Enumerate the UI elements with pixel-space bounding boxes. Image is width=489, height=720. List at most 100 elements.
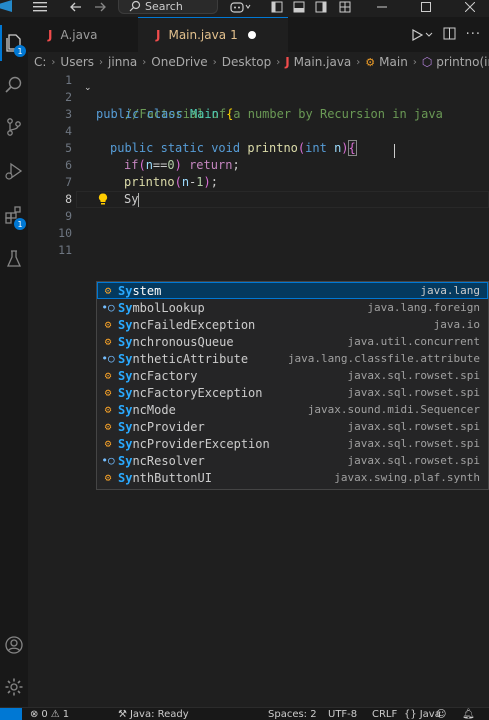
suggestion-item[interactable]: •○ SyntheticAttribute java.lang.classfile.… [97, 350, 488, 367]
suggestion-rest: stem [132, 283, 162, 298]
minimize-icon[interactable] [374, 0, 390, 14]
suggestion-item[interactable]: ⚙ SyncProviderException javax.sql.rowset.s… [97, 435, 488, 452]
encoding-status[interactable]: UTF-8 [328, 708, 357, 720]
number: 0 [167, 158, 175, 172]
line-number: 2 [65, 90, 72, 104]
braces-icon: {} [404, 709, 417, 720]
code-line[interactable]: Sy [124, 191, 140, 208]
split-editor-icon[interactable] [443, 25, 456, 44]
forward-arrow-icon[interactable] [92, 0, 108, 14]
suggestion-label: SynchronousQueue [118, 335, 348, 349]
run-debug-icon[interactable] [0, 153, 28, 189]
suggestion-rest: mbolLookup [132, 300, 205, 315]
suggestion-label: SyncMode [118, 403, 308, 417]
toggle-panel-icon[interactable] [292, 0, 306, 14]
suggestion-item[interactable]: •○ SyncResolver javax.sql.rowset.spi [97, 452, 488, 469]
punctuation: ; [232, 158, 240, 172]
activity-bar: 1 1 [0, 17, 28, 707]
breadcrumb-drive[interactable]: C: [34, 55, 46, 69]
chevron-right-icon: › [356, 56, 361, 68]
tab-problem-count: 1 [230, 28, 238, 42]
problems-status[interactable]: ⊗ 0 ⚠ 1 [30, 708, 69, 720]
suggestion-item[interactable]: ⚙ SyncProvider javax.sql.rowset.spi [97, 418, 488, 435]
remote-indicator-icon[interactable] [0, 708, 22, 720]
fold-chevron-icon[interactable]: ⌄ [84, 83, 92, 93]
close-window-icon[interactable] [462, 0, 478, 14]
customize-layout-icon[interactable] [338, 0, 352, 14]
suggestion-match: Sy [118, 368, 133, 383]
search-view-icon[interactable] [0, 67, 28, 103]
suggestion-detail: javax.sound.midi.Sequencer [307, 403, 480, 416]
suggestion-item[interactable]: ⚙ SyncFactory javax.sql.rowset.spi [97, 367, 488, 384]
suggestion-label: SyncProviderException [118, 437, 348, 451]
breadcrumb-item[interactable]: jinna [108, 55, 137, 69]
class-symbol-icon: ⚙ [104, 471, 112, 484]
explorer-icon[interactable]: 1 [0, 25, 28, 61]
copilot-status-icon[interactable]: ☺ [436, 708, 446, 720]
class-symbol-icon: ⚙ [365, 55, 376, 69]
run-java-icon[interactable] [411, 28, 433, 41]
lightbulb-icon[interactable] [98, 193, 108, 205]
back-arrow-icon[interactable] [68, 0, 84, 14]
suggestion-detail: java.io [433, 318, 480, 331]
tab-main-java[interactable]: J Main.java 1 [138, 17, 288, 52]
line-number: 5 [65, 141, 72, 155]
breadcrumb-method[interactable]: printno(int) [436, 55, 489, 69]
extensions-icon[interactable]: 1 [0, 197, 28, 233]
tab-a-java[interactable]: J A.java [28, 17, 138, 52]
suggestion-label: SyncFactoryException [118, 386, 348, 400]
accounts-icon[interactable] [0, 627, 28, 663]
toggle-sidebar-icon[interactable] [270, 0, 284, 14]
java-status[interactable]: ⚒ Java: Ready [118, 708, 189, 720]
source-control-icon[interactable] [0, 109, 28, 145]
suggestion-item[interactable]: ⚙ SynchronousQueue java.util.concurrent [97, 333, 488, 350]
suggestion-item[interactable]: ⚙ SyncFactoryException javax.sql.rowset.sp… [97, 384, 488, 401]
toggle-secondary-sidebar-icon[interactable] [314, 0, 328, 14]
menu-icon[interactable] [30, 0, 50, 14]
suggestion-detail: javax.sql.rowset.spi [347, 369, 480, 382]
breadcrumb-item[interactable]: OneDrive [151, 55, 207, 69]
suggestion-label: SynthButtonUI [118, 471, 334, 485]
suggestion-label: System [118, 284, 420, 298]
copilot-icon[interactable] [228, 0, 254, 14]
line-number: 1 [65, 73, 72, 87]
class-symbol-icon: ⚙ [104, 318, 112, 331]
typed-text: Sy [124, 192, 139, 206]
class-symbol-icon: ⚙ [104, 284, 112, 297]
number: 1 [196, 175, 204, 189]
testing-flask-icon[interactable] [0, 241, 28, 277]
notifications-bell-icon[interactable]: 🔔︎ [462, 708, 475, 720]
breadcrumb-class[interactable]: Main [379, 55, 408, 69]
manage-gear-icon[interactable] [0, 669, 28, 705]
unsaved-dot-icon[interactable] [247, 31, 256, 39]
suggestion-rest: nchronousQueue [132, 334, 234, 349]
suggestion-match: Sy [118, 402, 133, 417]
brace: { [226, 107, 234, 121]
chevron-down-icon[interactable] [425, 32, 433, 38]
code-editor[interactable]: 1 2 3 4 5 6 7 8 9 10 11 ⌄ //Factorial of… [28, 72, 489, 707]
suggestion-detail: javax.swing.plaf.synth [334, 471, 480, 484]
title-bar: Search [0, 0, 489, 17]
line-number: 6 [65, 158, 72, 172]
suggestion-match: Sy [118, 317, 133, 332]
command-center-search[interactable]: Search [118, 0, 218, 14]
code-line: public static void printno(int n){ [110, 140, 357, 156]
suggestion-item[interactable]: •○ SymbolLookup java.lang.foreign [97, 299, 488, 316]
suggestion-item[interactable]: ⚙ SyncFailedException java.io [97, 316, 488, 333]
maximize-icon[interactable] [418, 0, 434, 14]
line-number: 4 [65, 124, 72, 138]
suggestion-item[interactable]: ⚙ SyncMode javax.sound.midi.Sequencer [97, 401, 488, 418]
breadcrumb-file[interactable]: Main.java [294, 55, 352, 69]
suggestion-label: SyncProvider [118, 420, 348, 434]
suggestion-item[interactable]: ⚙ SynthButtonUI javax.swing.plaf.synth [97, 469, 488, 486]
breadcrumb-item[interactable]: Desktop [222, 55, 272, 69]
indentation-status[interactable]: Spaces: 2 [268, 708, 317, 720]
breadcrumb-item[interactable]: Users [60, 55, 94, 69]
operator: == [152, 158, 168, 172]
more-actions-icon[interactable]: ··· [466, 27, 481, 42]
suggestion-detail: java.lang.foreign [367, 301, 480, 314]
error-count: 0 [41, 709, 48, 720]
eol-status[interactable]: CRLF [372, 708, 397, 720]
chevron-right-icon: › [99, 56, 104, 68]
suggestion-item[interactable]: ⚙ System java.lang [97, 282, 488, 299]
